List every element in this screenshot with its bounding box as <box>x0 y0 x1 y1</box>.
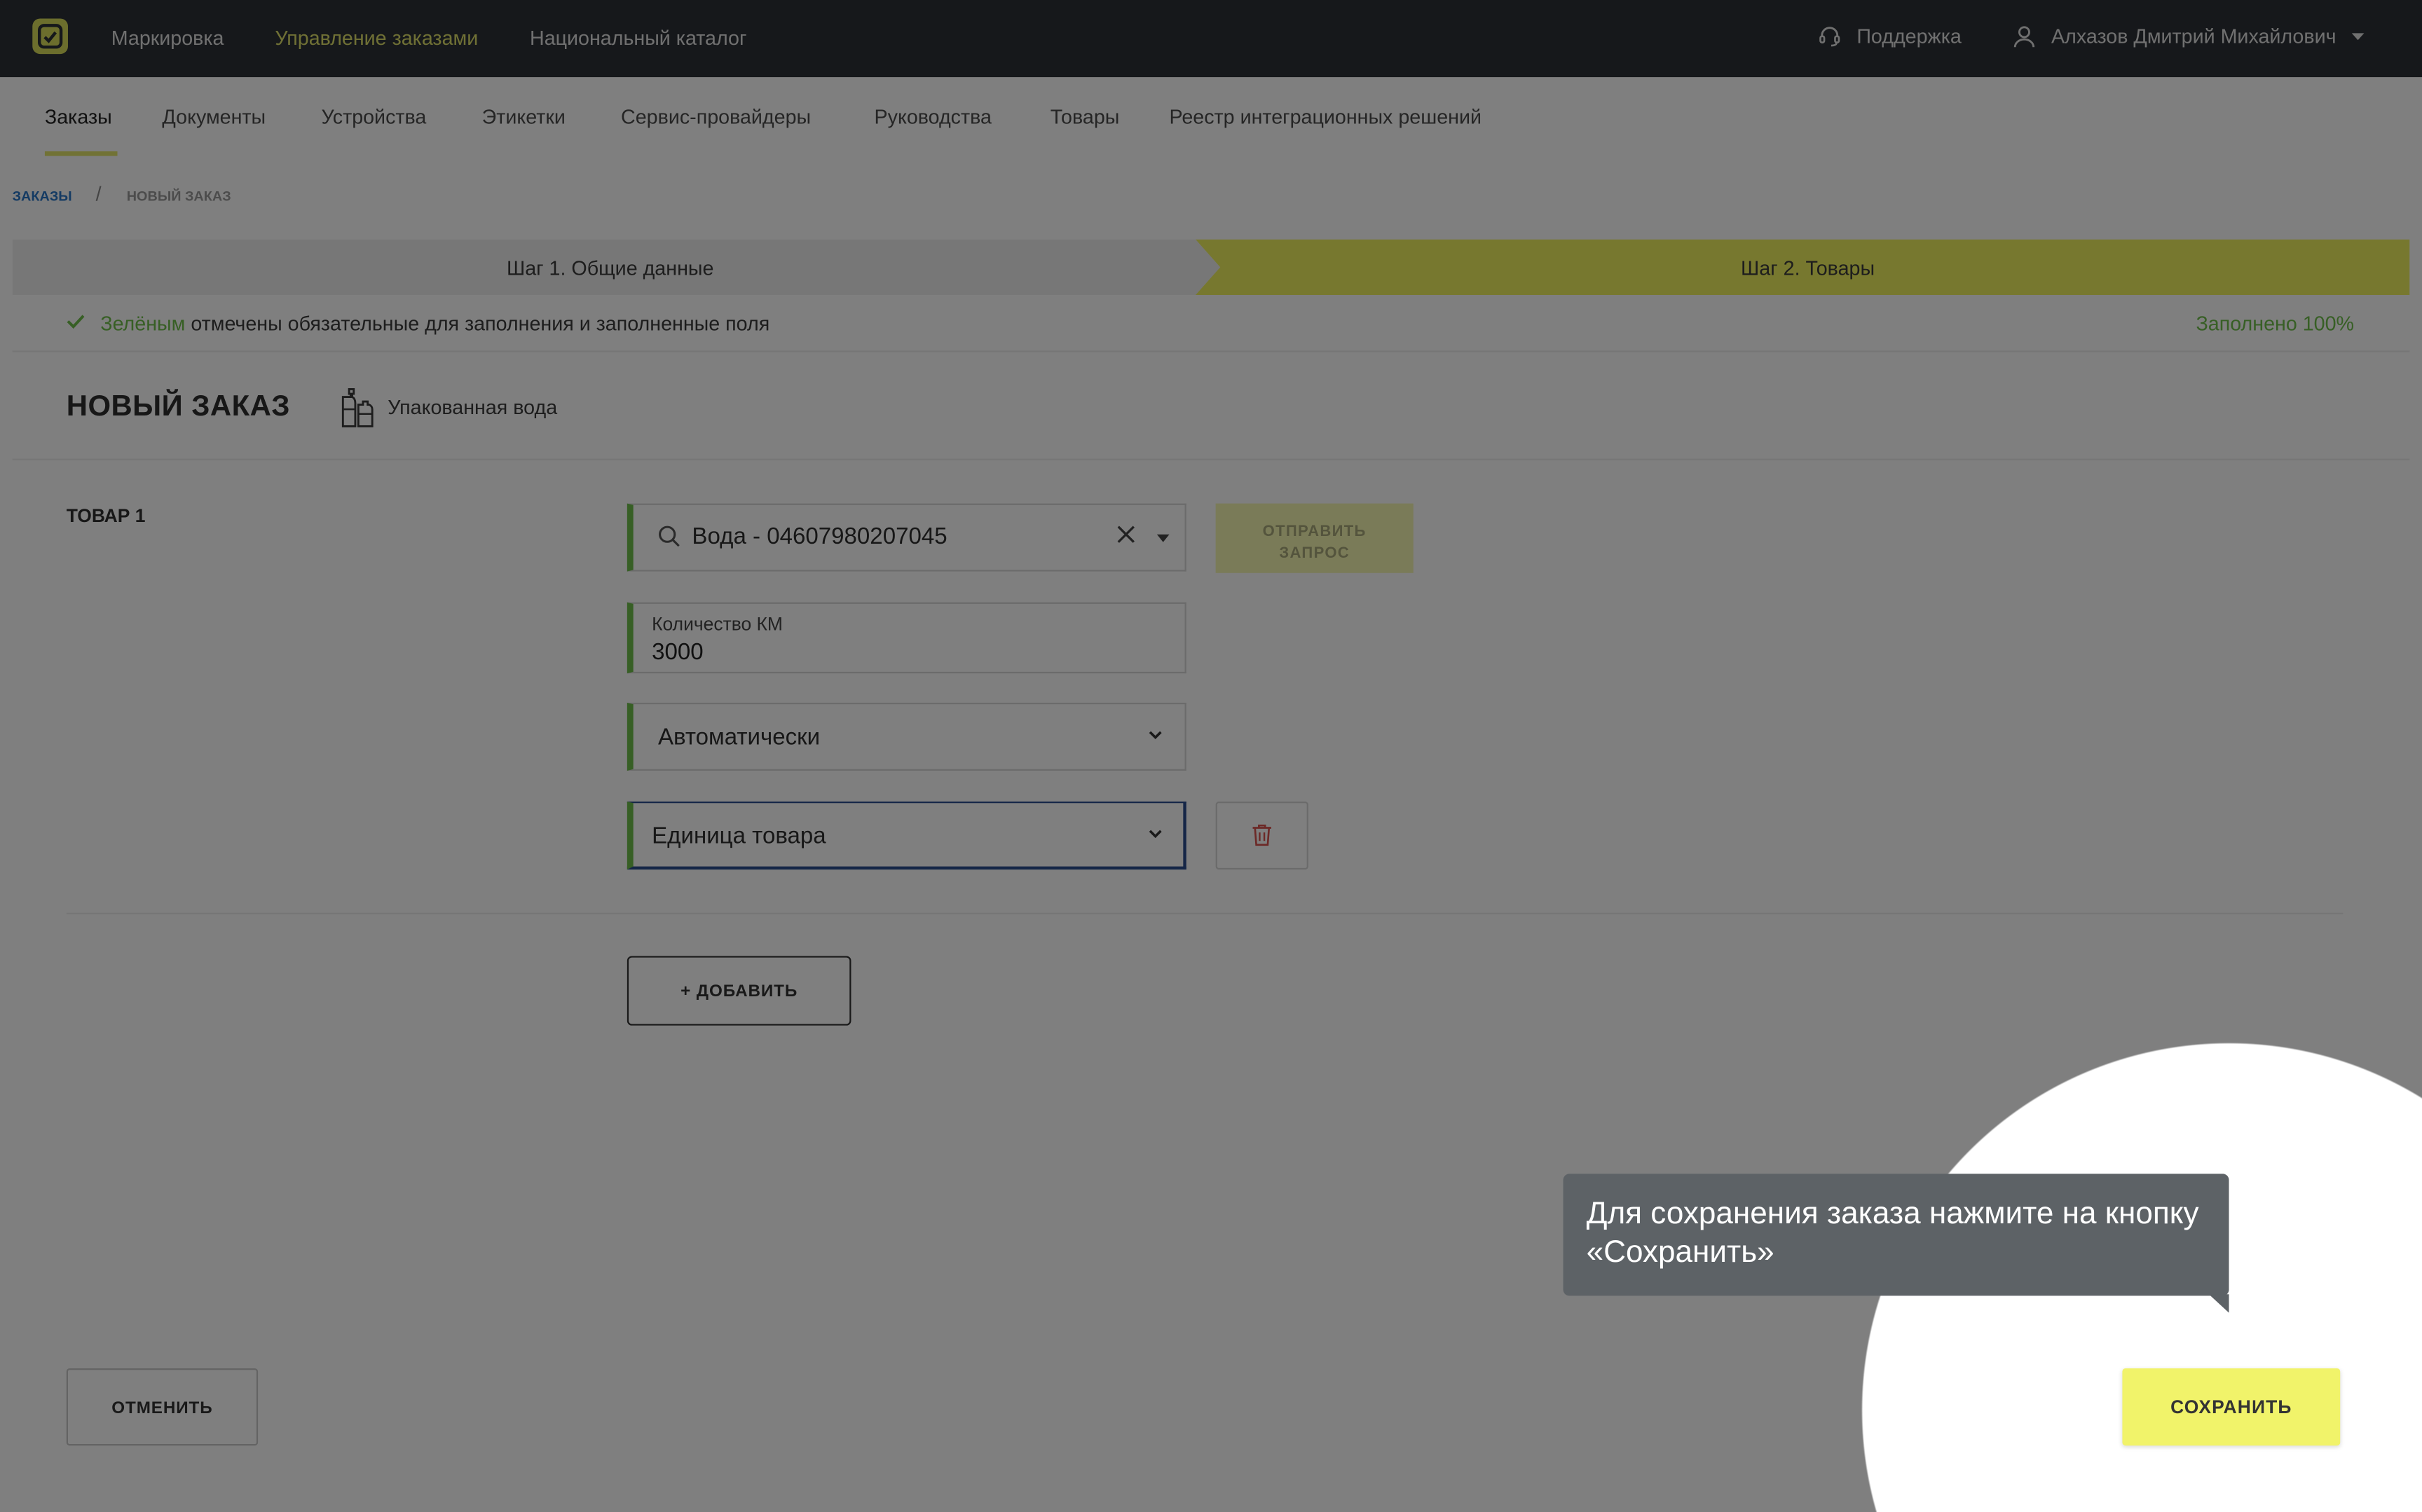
tooltip-pointer <box>2208 1294 2229 1313</box>
save-button[interactable]: Сохранить <box>2122 1368 2341 1446</box>
tour-tooltip: Для сохранения заказа нажмите на кнопку … <box>1563 1174 2229 1296</box>
app-window: Маркировка Управление заказами Националь… <box>0 0 2422 1512</box>
tooltip-text: Для сохранения заказа нажмите на кнопку … <box>1586 1197 2199 1270</box>
